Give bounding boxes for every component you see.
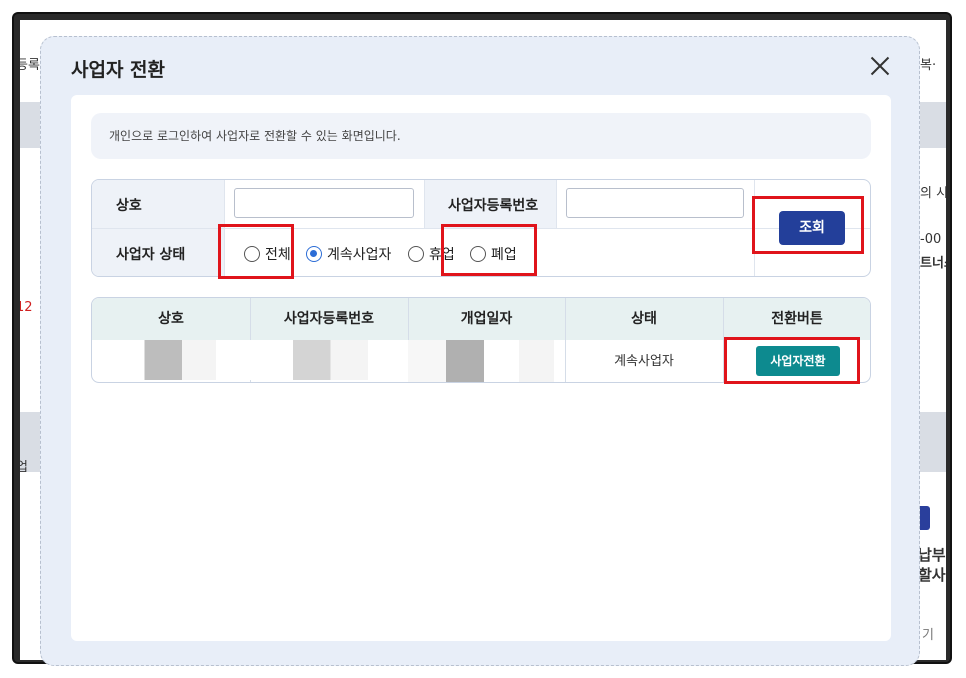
redacted-open-date	[408, 340, 554, 382]
name-label: 상호	[116, 198, 142, 214]
background-text: 업	[20, 460, 28, 475]
status-cell: 계속사업자	[614, 354, 674, 369]
radio-icon	[244, 246, 260, 262]
status-option-label: 전체	[265, 247, 291, 263]
status-option-label: 휴업	[429, 247, 455, 263]
status-label: 사업자 상태	[116, 247, 186, 263]
background-text: 기	[922, 628, 934, 643]
status-option-label: 폐업	[491, 247, 517, 263]
divider	[723, 298, 724, 382]
background-text: 의 시	[920, 186, 946, 201]
search-button[interactable]: 조회	[779, 211, 845, 245]
background-text: 복·	[920, 58, 937, 73]
background-text: 등록	[20, 58, 40, 73]
modal-panel: 개인으로 로그인하여 사업자로 전환할 수 있는 화면입니다. 상호 사업자등록…	[71, 95, 891, 641]
business-switch-modal: 사업자 전환 개인으로 로그인하여 사업자로 전환할 수 있는 화면입니다. 상…	[40, 36, 920, 666]
status-radio-suspended[interactable]: 휴업	[408, 244, 455, 264]
regno-label: 사업자등록번호	[448, 198, 539, 214]
redacted-regno	[218, 340, 368, 380]
background-text: 트너스	[920, 256, 946, 271]
radio-icon	[408, 246, 424, 262]
regno-input[interactable]	[566, 188, 744, 218]
column-header: 상태	[631, 311, 657, 327]
background-text: -00	[920, 232, 942, 247]
description-box: 개인으로 로그인하여 사업자로 전환할 수 있는 화면입니다.	[91, 113, 871, 159]
radio-selected-icon	[306, 246, 322, 262]
search-form: 상호 사업자등록번호 사업자 상태 전체 계속사업자 휴업 폐업	[91, 179, 871, 277]
close-icon[interactable]	[867, 53, 893, 79]
status-radio-closed[interactable]: 폐업	[470, 244, 517, 264]
redacted-name	[106, 340, 216, 380]
background-text: 할사	[918, 566, 946, 584]
status-radio-active[interactable]: 계속사업자	[306, 244, 391, 264]
column-header: 개업일자	[460, 311, 513, 327]
divider	[424, 180, 425, 228]
status-option-label: 계속사업자	[327, 247, 392, 263]
status-radio-all[interactable]: 전체	[244, 244, 291, 264]
divider	[754, 180, 755, 276]
background-text: 납부	[918, 546, 946, 564]
result-table: 상호 사업자등록번호 개업일자 상태 전환버튼 계속사업자 사업자전환	[91, 297, 871, 383]
background-text: 12	[20, 300, 33, 315]
column-header: 상호	[158, 311, 184, 327]
switch-business-button[interactable]: 사업자전환	[756, 346, 840, 376]
column-header: 사업자등록번호	[283, 311, 375, 327]
divider	[556, 180, 557, 228]
divider	[224, 180, 225, 276]
column-header: 전환버튼	[771, 311, 823, 327]
name-input[interactable]	[234, 188, 414, 218]
radio-icon	[470, 246, 486, 262]
modal-title: 사업자 전환	[71, 59, 166, 81]
